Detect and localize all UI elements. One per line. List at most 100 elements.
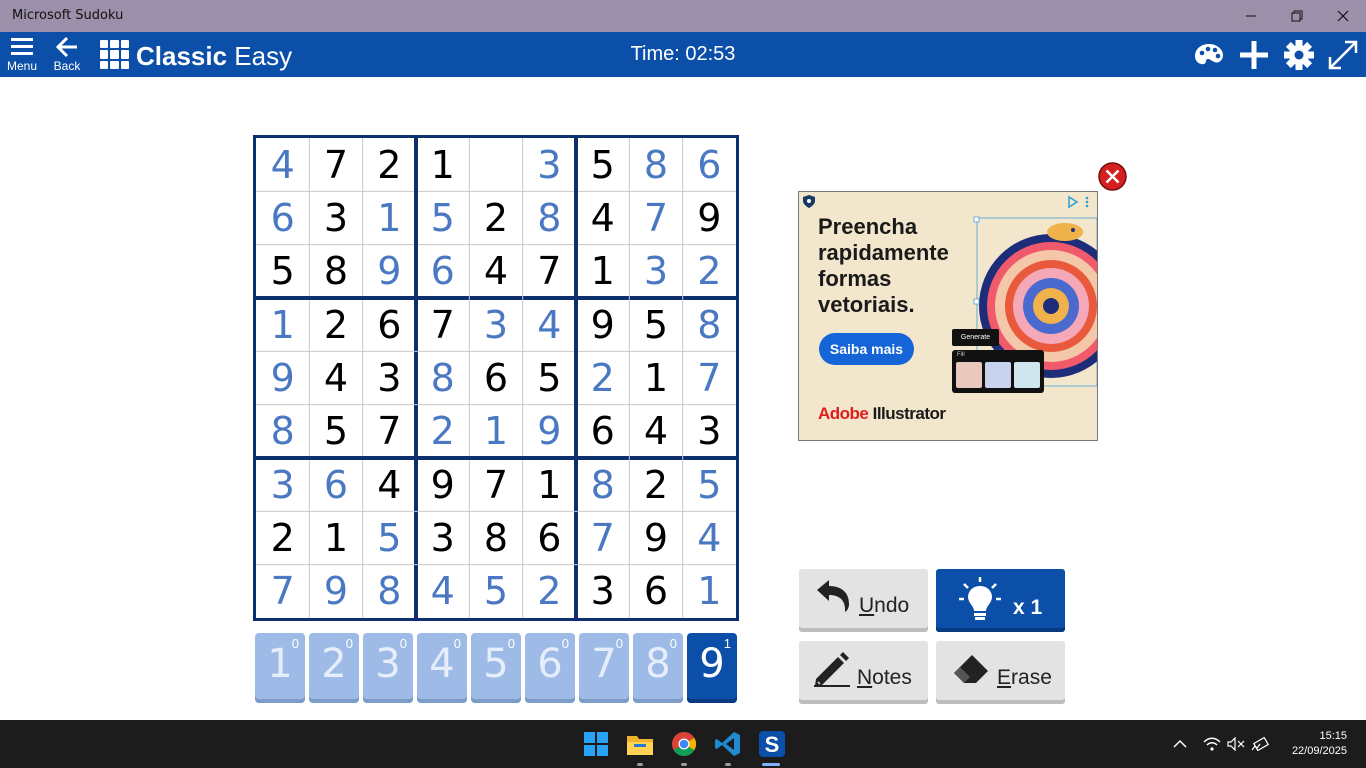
- cell-r2-c9[interactable]: 9: [683, 191, 736, 244]
- cell-r2-c7[interactable]: 4: [576, 191, 629, 244]
- cell-r4-c4[interactable]: 7: [416, 298, 469, 351]
- cell-r4-c6[interactable]: 4: [523, 298, 576, 351]
- number-key-8[interactable]: 80: [633, 633, 683, 703]
- advertisement[interactable]: Preencha rapidamente formas vetoriais. S…: [798, 191, 1098, 441]
- sudoku-app-button[interactable]: S: [758, 730, 786, 758]
- cell-r6-c2[interactable]: 5: [309, 405, 362, 458]
- cell-r4-c7[interactable]: 9: [576, 298, 629, 351]
- number-key-6[interactable]: 60: [525, 633, 575, 703]
- cell-r8-c9[interactable]: 4: [683, 511, 736, 564]
- cell-r1-c4[interactable]: 1: [416, 138, 469, 191]
- minimize-button[interactable]: [1228, 0, 1274, 32]
- cell-r1-c8[interactable]: 8: [629, 138, 682, 191]
- hint-button[interactable]: x 1: [936, 569, 1065, 632]
- cell-r8-c8[interactable]: 9: [629, 511, 682, 564]
- cell-r1-c1[interactable]: 4: [256, 138, 309, 191]
- cell-r6-c1[interactable]: 8: [256, 405, 309, 458]
- cell-r5-c6[interactable]: 5: [523, 351, 576, 404]
- cell-r8-c7[interactable]: 7: [576, 511, 629, 564]
- vscode-button[interactable]: [714, 730, 742, 758]
- cell-r2-c3[interactable]: 1: [363, 191, 416, 244]
- cell-r1-c2[interactable]: 7: [309, 138, 362, 191]
- cell-r3-c7[interactable]: 1: [576, 245, 629, 298]
- cell-r1-c7[interactable]: 5: [576, 138, 629, 191]
- cell-r4-c9[interactable]: 8: [683, 298, 736, 351]
- cell-r5-c3[interactable]: 3: [363, 351, 416, 404]
- cell-r7-c2[interactable]: 6: [309, 458, 362, 511]
- cell-r1-c3[interactable]: 2: [363, 138, 416, 191]
- cell-r9-c5[interactable]: 5: [469, 565, 522, 618]
- cell-r2-c2[interactable]: 3: [309, 191, 362, 244]
- cell-r7-c5[interactable]: 7: [469, 458, 522, 511]
- cell-r9-c8[interactable]: 6: [629, 565, 682, 618]
- cell-r4-c2[interactable]: 2: [309, 298, 362, 351]
- cell-r7-c4[interactable]: 9: [416, 458, 469, 511]
- theme-button[interactable]: [1192, 38, 1226, 72]
- cell-r1-c6[interactable]: 3: [523, 138, 576, 191]
- erase-button[interactable]: Erase: [936, 641, 1065, 704]
- cell-r8-c5[interactable]: 8: [469, 511, 522, 564]
- cell-r1-c5[interactable]: [469, 138, 522, 191]
- cell-r2-c8[interactable]: 7: [629, 191, 682, 244]
- cell-r5-c5[interactable]: 6: [469, 351, 522, 404]
- cell-r9-c7[interactable]: 3: [576, 565, 629, 618]
- cell-r7-c3[interactable]: 4: [363, 458, 416, 511]
- cell-r5-c4[interactable]: 8: [416, 351, 469, 404]
- chevron-up-icon[interactable]: [1173, 739, 1187, 749]
- cell-r4-c8[interactable]: 5: [629, 298, 682, 351]
- cell-r3-c2[interactable]: 8: [309, 245, 362, 298]
- cell-r4-c3[interactable]: 6: [363, 298, 416, 351]
- cell-r5-c9[interactable]: 7: [683, 351, 736, 404]
- cell-r3-c4[interactable]: 6: [416, 245, 469, 298]
- ad-cta-button[interactable]: Saiba mais: [819, 333, 914, 365]
- cell-r8-c2[interactable]: 1: [309, 511, 362, 564]
- cell-r4-c1[interactable]: 1: [256, 298, 309, 351]
- cell-r8-c4[interactable]: 3: [416, 511, 469, 564]
- number-key-1[interactable]: 10: [255, 633, 305, 703]
- number-key-7[interactable]: 70: [579, 633, 629, 703]
- number-key-9[interactable]: 91: [687, 633, 737, 703]
- cell-r7-c8[interactable]: 2: [629, 458, 682, 511]
- cell-r3-c5[interactable]: 4: [469, 245, 522, 298]
- cell-r2-c4[interactable]: 5: [416, 191, 469, 244]
- cell-r3-c9[interactable]: 2: [683, 245, 736, 298]
- cell-r3-c1[interactable]: 5: [256, 245, 309, 298]
- cell-r2-c1[interactable]: 6: [256, 191, 309, 244]
- close-ad-button[interactable]: [1098, 162, 1127, 191]
- cell-r6-c8[interactable]: 4: [629, 405, 682, 458]
- cell-r7-c6[interactable]: 1: [523, 458, 576, 511]
- cell-r9-c3[interactable]: 8: [363, 565, 416, 618]
- restore-button[interactable]: [1274, 0, 1320, 32]
- battery-charging-icon[interactable]: [1251, 737, 1269, 751]
- file-explorer-button[interactable]: [626, 730, 654, 758]
- cell-r5-c2[interactable]: 4: [309, 351, 362, 404]
- cell-r8-c6[interactable]: 6: [523, 511, 576, 564]
- cell-r6-c7[interactable]: 6: [576, 405, 629, 458]
- cell-r9-c6[interactable]: 2: [523, 565, 576, 618]
- fullscreen-button[interactable]: [1326, 38, 1360, 72]
- cell-r3-c8[interactable]: 3: [629, 245, 682, 298]
- chrome-button[interactable]: [670, 730, 698, 758]
- number-key-5[interactable]: 50: [471, 633, 521, 703]
- cell-r9-c4[interactable]: 4: [416, 565, 469, 618]
- number-key-3[interactable]: 30: [363, 633, 413, 703]
- number-key-4[interactable]: 40: [417, 633, 467, 703]
- volume-muted-icon[interactable]: [1227, 737, 1245, 751]
- cell-r4-c5[interactable]: 3: [469, 298, 522, 351]
- cell-r5-c1[interactable]: 9: [256, 351, 309, 404]
- number-key-2[interactable]: 20: [309, 633, 359, 703]
- cell-r7-c1[interactable]: 3: [256, 458, 309, 511]
- cell-r6-c5[interactable]: 1: [469, 405, 522, 458]
- cell-r9-c2[interactable]: 9: [309, 565, 362, 618]
- notes-button[interactable]: Notes: [799, 641, 928, 704]
- cell-r3-c3[interactable]: 9: [363, 245, 416, 298]
- cell-r5-c8[interactable]: 1: [629, 351, 682, 404]
- cell-r6-c4[interactable]: 2: [416, 405, 469, 458]
- close-window-button[interactable]: [1320, 0, 1366, 32]
- cell-r1-c9[interactable]: 6: [683, 138, 736, 191]
- new-game-button[interactable]: [1237, 38, 1271, 72]
- cell-r6-c3[interactable]: 7: [363, 405, 416, 458]
- cell-r8-c3[interactable]: 5: [363, 511, 416, 564]
- windows-start-button[interactable]: [582, 730, 610, 758]
- cell-r3-c6[interactable]: 7: [523, 245, 576, 298]
